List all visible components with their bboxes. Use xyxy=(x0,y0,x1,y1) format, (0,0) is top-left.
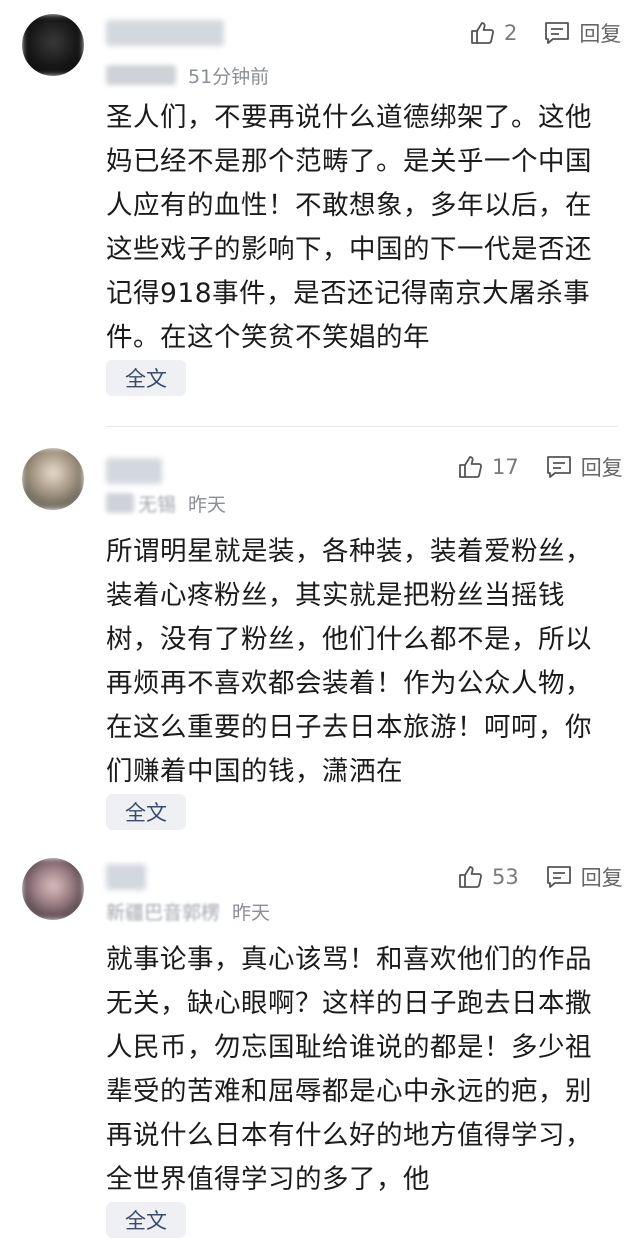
reply-label: 回复 xyxy=(579,22,622,46)
like-count: 17 xyxy=(492,455,519,479)
like-button[interactable]: 2 xyxy=(468,19,543,47)
full-text-button[interactable]: 全文 xyxy=(106,794,186,830)
comment-text: 圣人们，不要再说什么道德绑架了。这他妈已经不是那个范畴了。是关乎一个中国人应有的… xyxy=(106,102,592,353)
full-text-button[interactable]: 全文 xyxy=(106,1202,186,1238)
divider xyxy=(106,426,618,427)
like-count: 53 xyxy=(492,865,519,889)
reply-label: 回复 xyxy=(580,456,623,480)
comment-actions: 2 回复 xyxy=(468,16,621,50)
comment-meta: 新疆巴音郭楞 昨天 xyxy=(106,898,270,924)
like-button[interactable]: 53 xyxy=(456,863,545,891)
avatar[interactable] xyxy=(22,448,84,510)
thumbs-up-icon xyxy=(468,19,496,47)
comment-actions: 53 回复 xyxy=(456,860,623,894)
location-blurred xyxy=(106,493,134,513)
location: 新疆巴音郭楞 xyxy=(106,901,221,924)
comment-meta: 51分钟前 xyxy=(106,62,269,88)
full-text-button[interactable]: 全文 xyxy=(106,360,186,396)
comment-text: 所谓明星就是装，各种装，装着爱粉丝，装着心疼粉丝，其实就是把粉丝当摇钱树，没有了… xyxy=(106,536,592,787)
like-button[interactable]: 17 xyxy=(456,453,545,481)
comment-reply-icon xyxy=(545,453,573,481)
username-blurred[interactable] xyxy=(106,458,162,484)
reply-button[interactable]: 回复 xyxy=(545,862,623,892)
comment-time: 昨天 xyxy=(232,901,271,924)
reply-button[interactable]: 回复 xyxy=(543,18,621,48)
reply-button[interactable]: 回复 xyxy=(545,452,623,482)
comment-reply-icon xyxy=(545,863,573,891)
reply-label: 回复 xyxy=(580,866,623,890)
username-blurred[interactable] xyxy=(106,864,146,890)
comment-time: 51分钟前 xyxy=(188,65,270,88)
thumbs-up-icon xyxy=(456,453,484,481)
comment-meta: 无锡 昨天 xyxy=(106,490,226,516)
comment-time: 昨天 xyxy=(188,493,227,516)
comment-actions: 17 回复 xyxy=(456,450,623,484)
comment-text: 就事论事，真心该骂！和喜欢他们的作品无关，缺心眼啊？这样的日子跑去日本撒人民币，… xyxy=(106,944,592,1195)
thumbs-up-icon xyxy=(456,863,484,891)
avatar[interactable] xyxy=(22,14,84,76)
avatar[interactable] xyxy=(22,858,84,920)
location-blurred xyxy=(106,65,176,85)
like-count: 2 xyxy=(504,21,518,45)
location: 无锡 xyxy=(138,493,177,516)
comment-reply-icon xyxy=(543,19,571,47)
username-blurred[interactable] xyxy=(106,20,224,46)
